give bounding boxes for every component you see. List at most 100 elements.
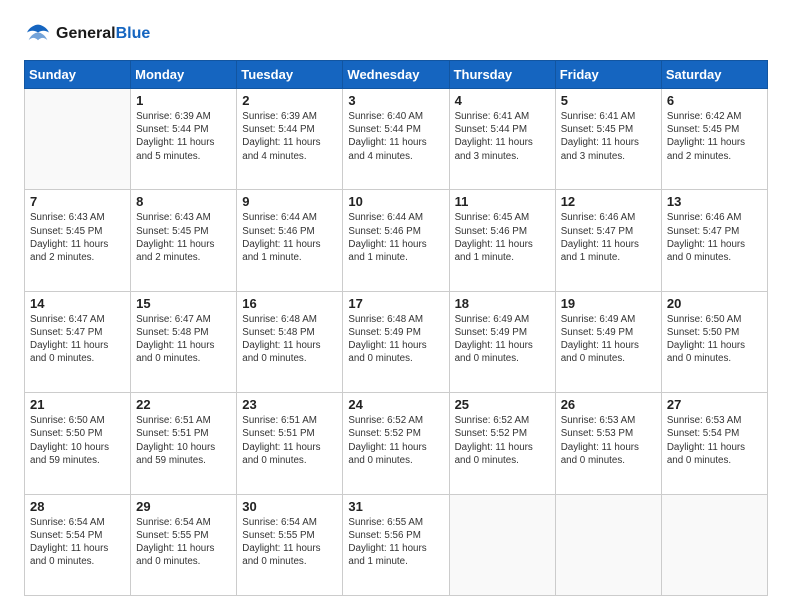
day-info: Sunrise: 6:41 AMSunset: 5:45 PMDaylight:… [561,110,656,163]
calendar-day-empty [25,89,131,190]
calendar-day-30: 30Sunrise: 6:54 AMSunset: 5:55 PMDayligh… [237,494,343,595]
day-number: 14 [30,296,125,311]
weekday-header-sunday: Sunday [25,61,131,89]
day-info: Sunrise: 6:53 AMSunset: 5:54 PMDaylight:… [667,414,762,467]
calendar-header-row: SundayMondayTuesdayWednesdayThursdayFrid… [25,61,768,89]
calendar-day-empty [555,494,661,595]
day-info: Sunrise: 6:49 AMSunset: 5:49 PMDaylight:… [455,313,550,366]
calendar-day-8: 8 Sunrise: 6:43 AMSunset: 5:45 PMDaylight… [131,190,237,291]
calendar-day-16: 16 Sunrise: 6:48 AMSunset: 5:48 PMDayligh… [237,291,343,392]
calendar-day-12: 12Sunrise: 6:46 AMSunset: 5:47 PMDayligh… [555,190,661,291]
day-number: 20 [667,296,762,311]
day-info: Sunrise: 6:46 AMSunset: 5:47 PMDaylight:… [561,211,656,264]
day-number: 5 [561,93,656,108]
day-info: Sunrise: 6:52 AMSunset: 5:52 PMDaylight:… [455,414,550,467]
calendar-week-2: 7 Sunrise: 6:43 AMSunset: 5:45 PMDaylight… [25,190,768,291]
day-number: 23 [242,397,337,412]
day-info: Sunrise: 6:40 AMSunset: 5:44 PMDaylight:… [348,110,443,163]
day-info: Sunrise: 6:39 AMSunset: 5:44 PMDaylight:… [242,110,337,163]
day-info: Sunrise: 6:47 AMSunset: 5:48 PMDaylight:… [136,313,231,366]
day-info: Sunrise: 6:44 AMSunset: 5:46 PMDaylight:… [348,211,443,264]
day-number: 9 [242,194,337,209]
day-number: 8 [136,194,231,209]
day-number: 17 [348,296,443,311]
day-info: Sunrise: 6:53 AMSunset: 5:53 PMDaylight:… [561,414,656,467]
day-number: 2 [242,93,337,108]
calendar-day-23: 23 Sunrise: 6:51 AMSunset: 5:51 PMDayligh… [237,393,343,494]
day-info: Sunrise: 6:44 AMSunset: 5:46 PMDaylight:… [242,211,337,264]
day-info: Sunrise: 6:46 AMSunset: 5:47 PMDaylight:… [667,211,762,264]
day-number: 24 [348,397,443,412]
calendar-day-13: 13 Sunrise: 6:46 AMSunset: 5:47 PMDayligh… [661,190,767,291]
day-number: 25 [455,397,550,412]
day-info: Sunrise: 6:41 AMSunset: 5:44 PMDaylight:… [455,110,550,163]
day-number: 19 [561,296,656,311]
day-info: Sunrise: 6:39 AMSunset: 5:44 PMDaylight:… [136,110,231,163]
day-info: Sunrise: 6:50 AMSunset: 5:50 PMDaylight:… [667,313,762,366]
calendar-week-3: 14Sunrise: 6:47 AMSunset: 5:47 PMDayligh… [25,291,768,392]
logo-icon [24,20,52,48]
calendar-day-24: 24 Sunrise: 6:52 AMSunset: 5:52 PMDayligh… [343,393,449,494]
calendar-week-4: 21 Sunrise: 6:50 AMSunset: 5:50 PMDayligh… [25,393,768,494]
day-number: 6 [667,93,762,108]
calendar-day-4: 4Sunrise: 6:41 AMSunset: 5:44 PMDaylight… [449,89,555,190]
calendar-day-3: 3 Sunrise: 6:40 AMSunset: 5:44 PMDaylight… [343,89,449,190]
weekday-header-wednesday: Wednesday [343,61,449,89]
day-number: 15 [136,296,231,311]
calendar-day-29: 29 Sunrise: 6:54 AMSunset: 5:55 PMDayligh… [131,494,237,595]
calendar-day-25: 25 Sunrise: 6:52 AMSunset: 5:52 PMDayligh… [449,393,555,494]
day-info: Sunrise: 6:55 AMSunset: 5:56 PMDaylight:… [348,516,443,569]
calendar-day-22: 22Sunrise: 6:51 AMSunset: 5:51 PMDayligh… [131,393,237,494]
day-number: 3 [348,93,443,108]
day-number: 1 [136,93,231,108]
calendar-day-2: 2 Sunrise: 6:39 AMSunset: 5:44 PMDaylight… [237,89,343,190]
weekday-header-monday: Monday [131,61,237,89]
calendar-day-19: 19 Sunrise: 6:49 AMSunset: 5:49 PMDayligh… [555,291,661,392]
calendar-day-28: 28 Sunrise: 6:54 AMSunset: 5:54 PMDayligh… [25,494,131,595]
calendar-day-15: 15 Sunrise: 6:47 AMSunset: 5:48 PMDayligh… [131,291,237,392]
calendar-day-26: 26Sunrise: 6:53 AMSunset: 5:53 PMDayligh… [555,393,661,494]
calendar-day-5: 5 Sunrise: 6:41 AMSunset: 5:45 PMDaylight… [555,89,661,190]
day-info: Sunrise: 6:49 AMSunset: 5:49 PMDaylight:… [561,313,656,366]
day-info: Sunrise: 6:54 AMSunset: 5:55 PMDaylight:… [136,516,231,569]
weekday-header-thursday: Thursday [449,61,555,89]
day-info: Sunrise: 6:42 AMSunset: 5:45 PMDaylight:… [667,110,762,163]
calendar-day-empty [661,494,767,595]
day-info: Sunrise: 6:51 AMSunset: 5:51 PMDaylight:… [242,414,337,467]
day-number: 7 [30,194,125,209]
day-number: 16 [242,296,337,311]
calendar-day-20: 20 Sunrise: 6:50 AMSunset: 5:50 PMDayligh… [661,291,767,392]
logo: GeneralBlue [24,20,150,48]
calendar-day-empty [449,494,555,595]
calendar-table: SundayMondayTuesdayWednesdayThursdayFrid… [24,60,768,596]
calendar-day-17: 17 Sunrise: 6:48 AMSunset: 5:49 PMDayligh… [343,291,449,392]
logo-text: GeneralBlue [56,25,150,43]
calendar-day-14: 14Sunrise: 6:47 AMSunset: 5:47 PMDayligh… [25,291,131,392]
day-number: 10 [348,194,443,209]
calendar-day-27: 27Sunrise: 6:53 AMSunset: 5:54 PMDayligh… [661,393,767,494]
calendar-week-1: 1 Sunrise: 6:39 AMSunset: 5:44 PMDaylight… [25,89,768,190]
day-number: 21 [30,397,125,412]
day-number: 28 [30,499,125,514]
day-number: 13 [667,194,762,209]
calendar-day-10: 10 Sunrise: 6:44 AMSunset: 5:46 PMDayligh… [343,190,449,291]
day-number: 31 [348,499,443,514]
day-number: 18 [455,296,550,311]
day-number: 11 [455,194,550,209]
day-info: Sunrise: 6:51 AMSunset: 5:51 PMDaylight:… [136,414,231,467]
day-number: 29 [136,499,231,514]
day-info: Sunrise: 6:50 AMSunset: 5:50 PMDaylight:… [30,414,125,467]
calendar-day-6: 6 Sunrise: 6:42 AMSunset: 5:45 PMDaylight… [661,89,767,190]
calendar-day-18: 18 Sunrise: 6:49 AMSunset: 5:49 PMDayligh… [449,291,555,392]
day-info: Sunrise: 6:48 AMSunset: 5:48 PMDaylight:… [242,313,337,366]
day-info: Sunrise: 6:52 AMSunset: 5:52 PMDaylight:… [348,414,443,467]
header: GeneralBlue [24,20,768,48]
calendar-day-1: 1 Sunrise: 6:39 AMSunset: 5:44 PMDaylight… [131,89,237,190]
day-info: Sunrise: 6:54 AMSunset: 5:54 PMDaylight:… [30,516,125,569]
day-info: Sunrise: 6:48 AMSunset: 5:49 PMDaylight:… [348,313,443,366]
calendar-week-5: 28 Sunrise: 6:54 AMSunset: 5:54 PMDayligh… [25,494,768,595]
calendar-day-11: 11 Sunrise: 6:45 AMSunset: 5:46 PMDayligh… [449,190,555,291]
day-info: Sunrise: 6:45 AMSunset: 5:46 PMDaylight:… [455,211,550,264]
day-info: Sunrise: 6:43 AMSunset: 5:45 PMDaylight:… [30,211,125,264]
day-info: Sunrise: 6:43 AMSunset: 5:45 PMDaylight:… [136,211,231,264]
